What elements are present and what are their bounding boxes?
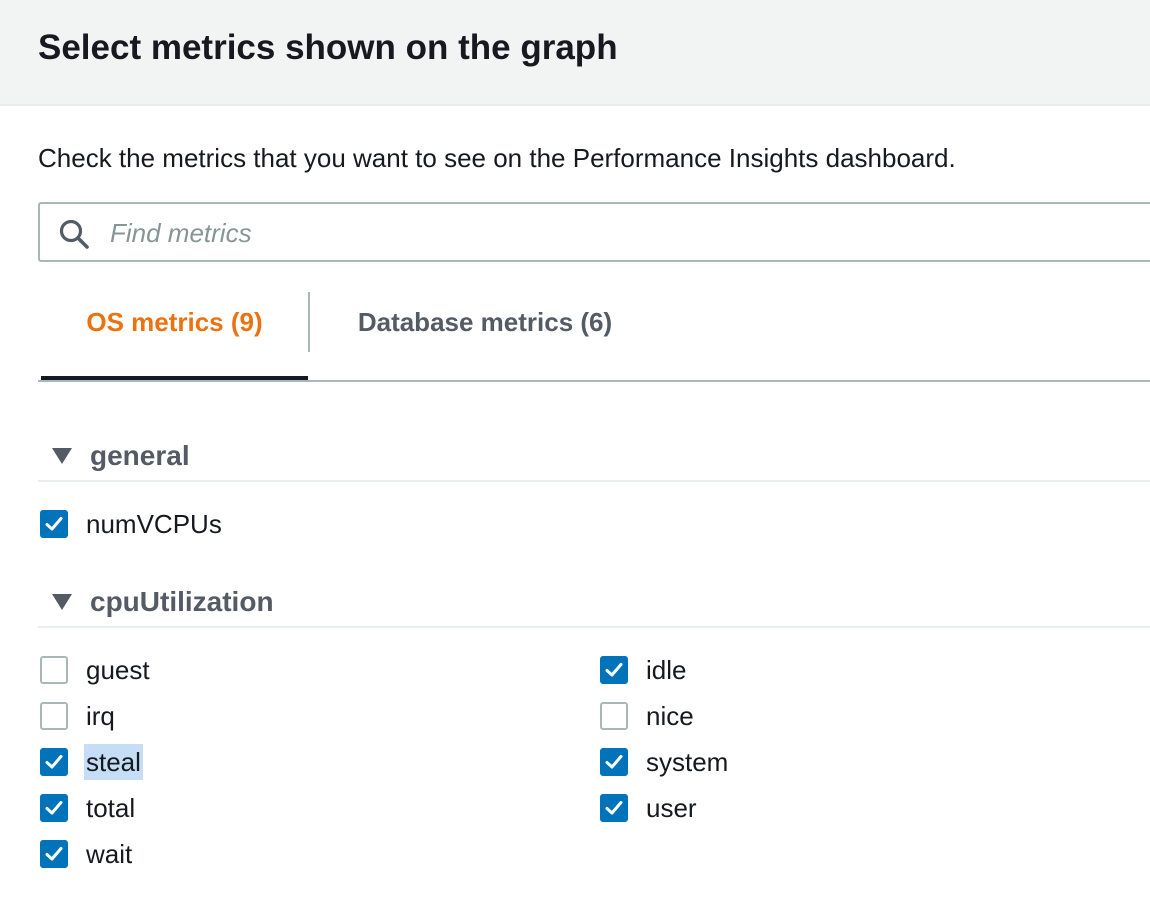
section-header-cpuutilization[interactable]: cpuUtilization (38, 578, 1150, 628)
checkbox[interactable] (600, 794, 628, 822)
metric-label: steal (84, 744, 143, 780)
checkbox[interactable] (600, 702, 628, 730)
section-header-general[interactable]: general (38, 432, 1150, 482)
section-title: general (90, 440, 190, 471)
metrics-tabs: OS metrics (9) Database metrics (6) (38, 290, 1150, 382)
metric-label: guest (86, 655, 150, 685)
search-input[interactable] (108, 212, 1012, 254)
checkbox[interactable] (600, 748, 628, 776)
checkbox[interactable] (40, 510, 68, 538)
checkbox[interactable] (40, 702, 68, 730)
checkbox[interactable] (40, 656, 68, 684)
metric-label: wait (86, 839, 133, 869)
metric-label: user (646, 793, 697, 823)
modal-header: Select metrics shown on the graph (0, 0, 1150, 106)
search-box[interactable] (38, 202, 1150, 262)
checkbox[interactable] (600, 656, 628, 684)
metric-label: total (86, 793, 136, 823)
modal-description: Check the metrics that you want to see o… (38, 143, 956, 173)
tab-os-metrics[interactable]: OS metrics (9) (41, 290, 308, 380)
checkbox[interactable] (40, 748, 68, 776)
checkbox[interactable] (40, 840, 68, 868)
tab-database-metrics[interactable]: Database metrics (6) (310, 290, 660, 380)
metric-label: system (646, 747, 729, 777)
section-title: cpuUtilization (90, 586, 274, 617)
metric-label: nice (646, 701, 694, 731)
caret-down-icon[interactable] (52, 448, 72, 464)
metric-label: idle (646, 655, 687, 685)
metric-label: numVCPUs (86, 509, 222, 539)
search-icon (58, 218, 90, 250)
modal-title: Select metrics shown on the graph (38, 28, 618, 67)
metric-label: irq (86, 701, 115, 731)
caret-down-icon[interactable] (52, 594, 72, 610)
checkbox[interactable] (40, 794, 68, 822)
